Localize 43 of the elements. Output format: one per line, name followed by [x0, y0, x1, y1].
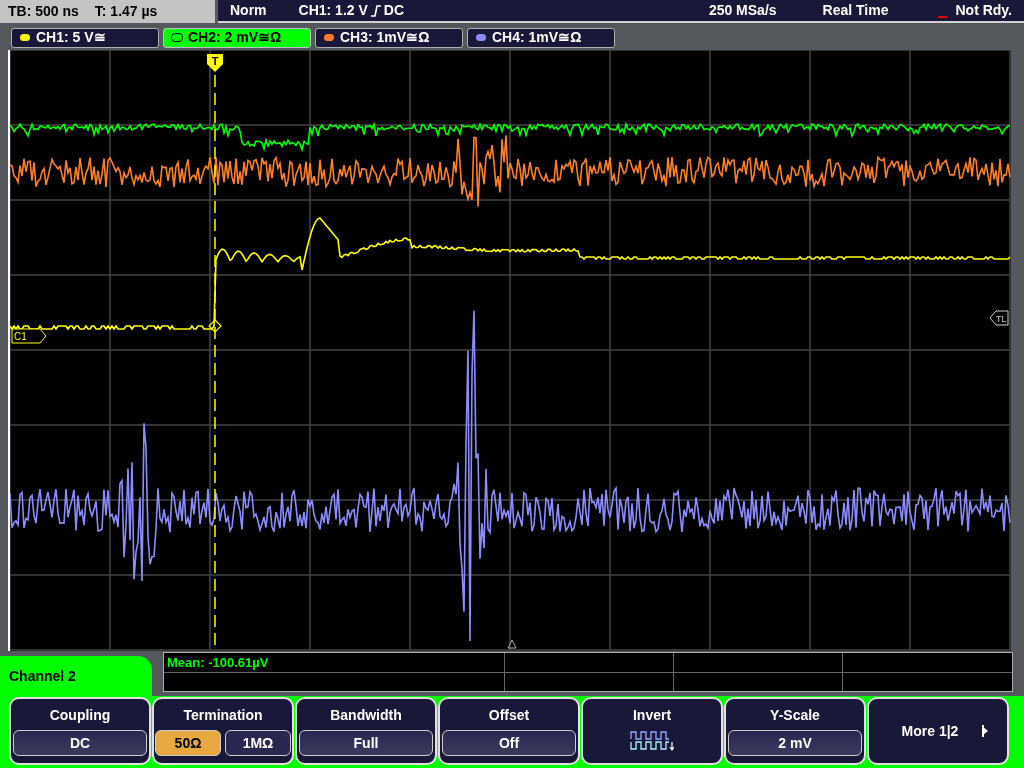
softkey-label: Termination: [183, 706, 263, 725]
acquisition-label: Real Time: [822, 1, 889, 20]
value-button[interactable]: 2 mV: [728, 730, 862, 756]
softkey-label: Bandwidth: [330, 706, 402, 725]
option-button[interactable]: 50Ω: [155, 730, 221, 756]
trigger-position-icon: [507, 639, 517, 649]
softkey[interactable]: Offset Off: [438, 697, 580, 765]
softkey[interactable]: Coupling DC: [9, 697, 151, 765]
state-label: Not Rdy.: [955, 1, 1012, 20]
menu-title: Channel 2: [9, 666, 76, 686]
level-marker: TL: [989, 310, 1009, 326]
invert-waveform-icon: [630, 730, 674, 752]
channel-tab[interactable]: CH3: 1mV≅Ω: [315, 27, 463, 48]
softkey[interactable]: Y-Scale 2 mV: [724, 697, 866, 765]
channel-tab[interactable]: CH1: 5 V≅: [11, 27, 159, 48]
mode-label: Norm: [230, 1, 267, 20]
channel-tab[interactable]: CH2: 2 mV≅Ω: [163, 27, 311, 48]
sample-rate-label: 250 MSa/s: [708, 1, 777, 20]
measurement-reading: Mean: -100.61µV: [167, 654, 269, 672]
value-button[interactable]: DC: [13, 730, 147, 756]
softkey-label: Offset: [488, 706, 530, 725]
softkey[interactable]: Bandwidth Full: [295, 697, 437, 765]
softkey[interactable]: More 1|2: [867, 697, 1009, 765]
rising-edge-icon: [369, 4, 382, 17]
value-button[interactable]: Off: [442, 730, 576, 756]
next-arrow-icon: [982, 725, 989, 737]
option-button[interactable]: 1MΩ: [225, 730, 291, 756]
value-button[interactable]: Full: [299, 730, 433, 756]
coupling-label: DC: [383, 1, 405, 20]
softkey-label: More 1|2: [901, 721, 959, 741]
softkey-label: Coupling: [49, 706, 111, 725]
status-underscore-icon: [938, 15, 948, 18]
softkey[interactable]: Invert: [581, 697, 723, 765]
timebase-label: TB: 500 ns: [8, 2, 79, 21]
trigger-marker: T: [207, 54, 223, 72]
trigger-label: CH1: 1.2 V: [298, 1, 368, 20]
channel-tab[interactable]: CH4: 1mV≅Ω: [467, 27, 615, 48]
softkey-label: Invert: [632, 706, 672, 725]
softkey-label: Y-Scale: [770, 706, 820, 725]
ground-marker: C1: [11, 328, 47, 344]
softkey[interactable]: Termination 50Ω 1MΩ: [152, 697, 294, 765]
trigger-time-label: T: 1.47 µs: [94, 2, 158, 21]
trigger-point-icon: [208, 319, 222, 333]
